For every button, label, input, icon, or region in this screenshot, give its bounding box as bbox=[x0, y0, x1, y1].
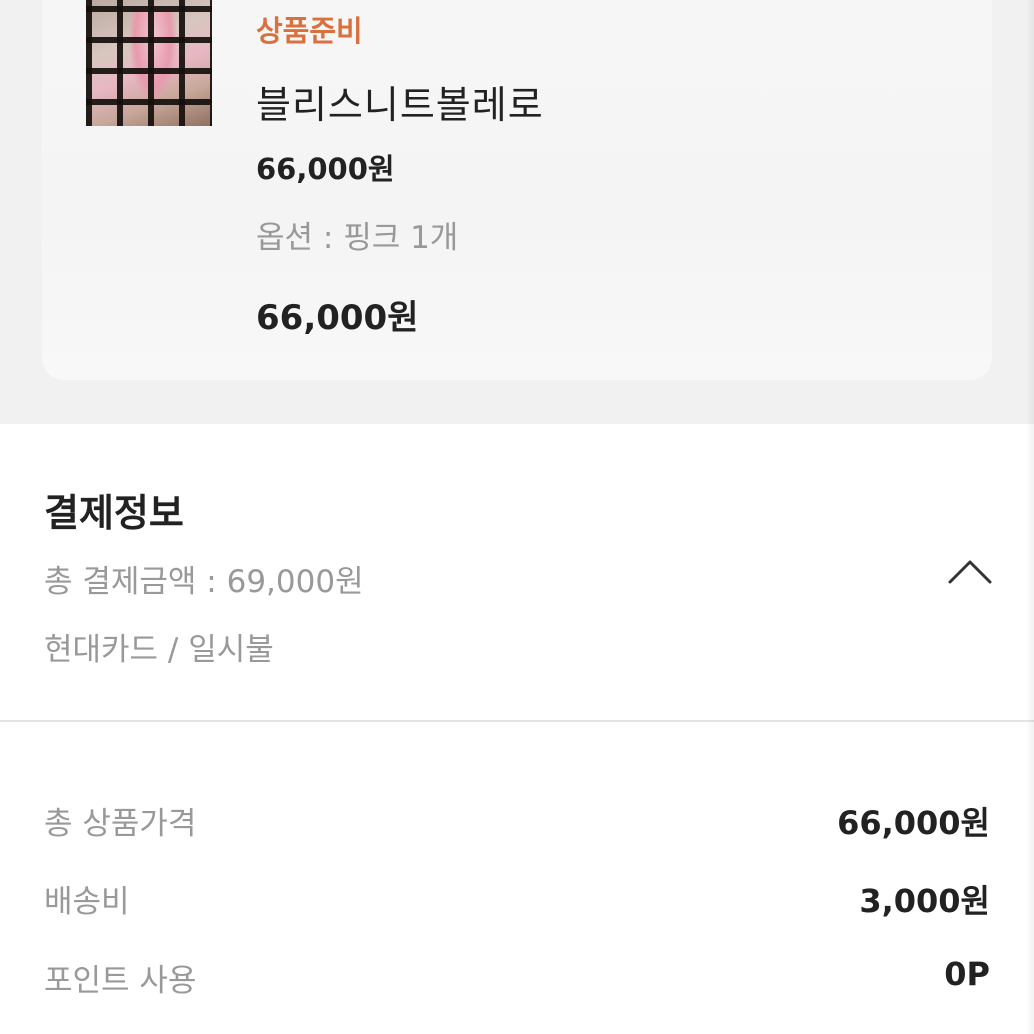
shipping-fee-label: 배송비 bbox=[44, 884, 130, 920]
product-unit-price: 66,000원 bbox=[256, 152, 395, 186]
payment-method: 현대카드 / 일시불 bbox=[44, 632, 274, 668]
section-divider bbox=[0, 720, 1034, 722]
collapse-payment-button[interactable] bbox=[944, 552, 996, 592]
payment-info-title: 결제정보 bbox=[44, 491, 184, 535]
product-photo-window-grid bbox=[86, 0, 212, 126]
order-status: 상품준비 bbox=[256, 14, 363, 48]
product-name[interactable]: 블리스니트볼레로 bbox=[256, 74, 544, 129]
total-product-price-value: 66,000원 bbox=[837, 804, 990, 842]
order-section: 상품준비 블리스니트볼레로 66,000원 옵션 : 핑크 1개 66,000원 bbox=[0, 0, 1034, 424]
points-used-label: 포인트 사용 bbox=[44, 963, 197, 999]
chevron-up-icon bbox=[948, 560, 992, 584]
product-thumbnail[interactable] bbox=[86, 0, 212, 126]
scroll-edge bbox=[1026, 0, 1034, 1034]
product-option: 옵션 : 핑크 1개 bbox=[256, 220, 459, 256]
product-item-total: 66,000원 bbox=[256, 298, 419, 338]
total-product-price-label: 총 상품가격 bbox=[44, 806, 197, 842]
points-used-value: 0P bbox=[944, 955, 990, 993]
shipping-fee-value: 3,000원 bbox=[859, 882, 990, 920]
payment-total-summary: 총 결제금액 : 69,000원 bbox=[44, 564, 364, 600]
